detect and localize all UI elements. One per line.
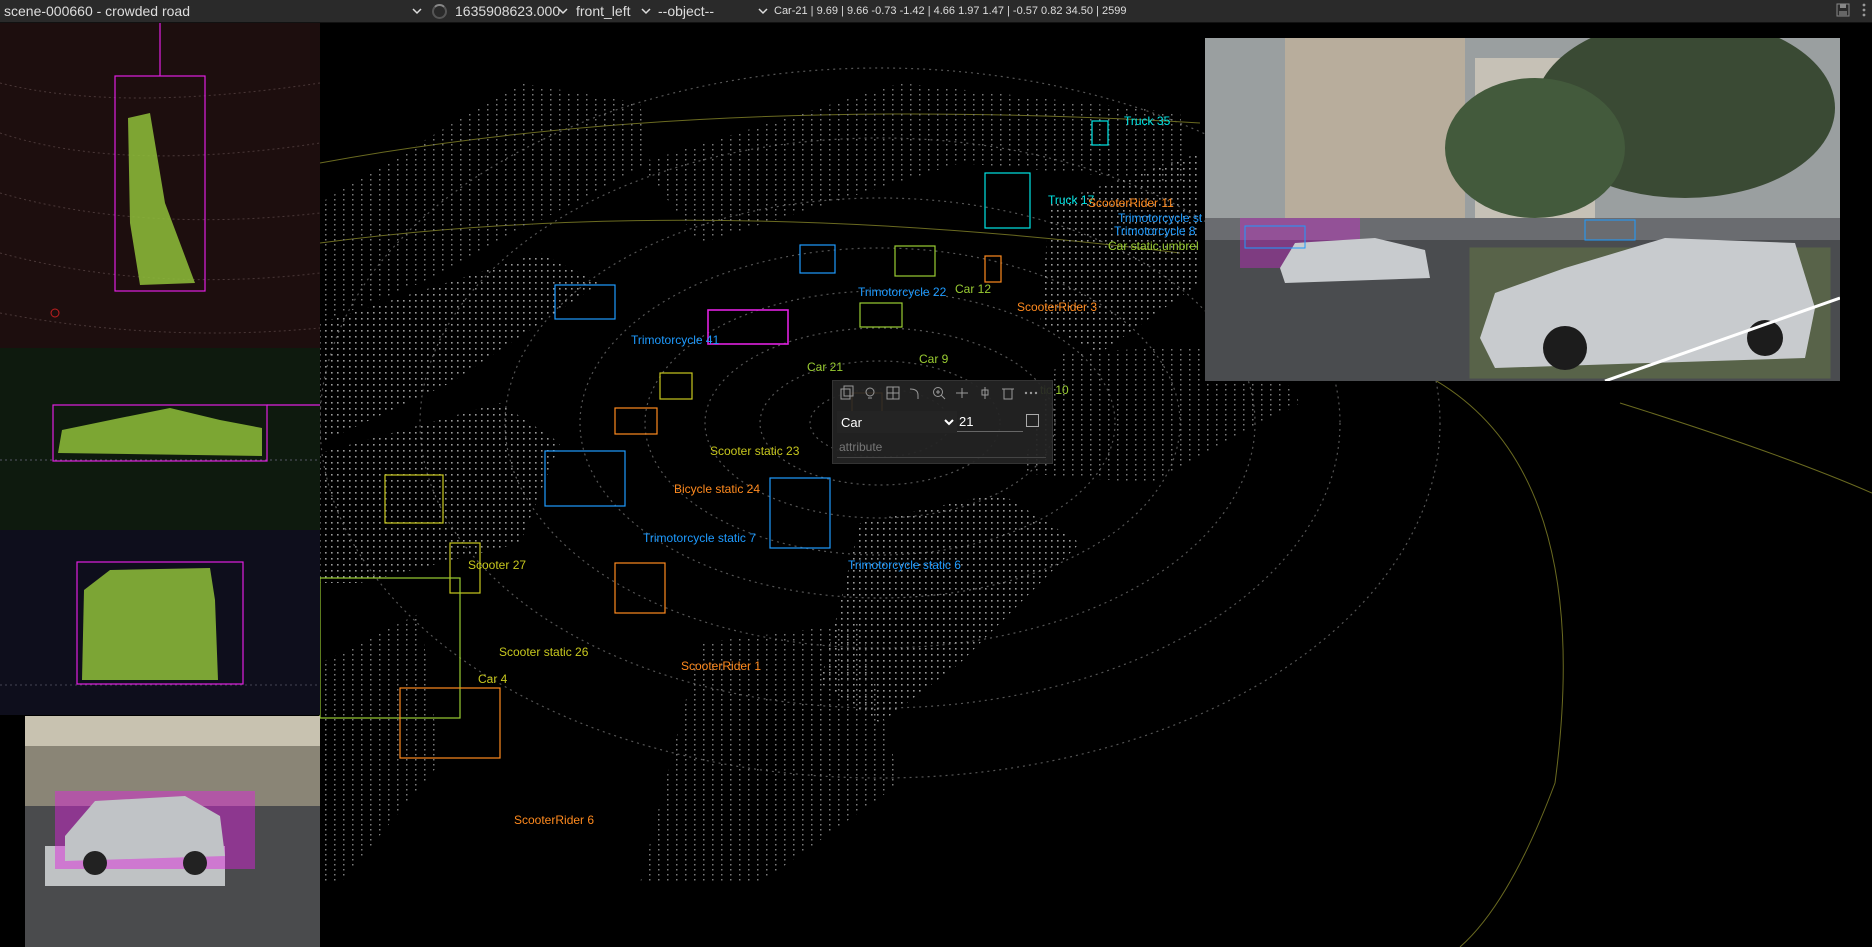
label-car-static-umbrel: Car static,umbrel <box>1108 239 1199 253</box>
box-car-9[interactable] <box>859 302 903 328</box>
box-bicycle-24[interactable] <box>614 407 658 435</box>
chevron-down-icon[interactable] <box>758 6 768 16</box>
frame-label: 1635908623.000 <box>455 3 561 19</box>
box-truck-17[interactable] <box>984 172 1031 229</box>
box-trimo-7[interactable] <box>544 450 626 507</box>
label-car-12: Car 12 <box>955 282 992 296</box>
box-scooterrider-1[interactable] <box>614 562 666 614</box>
copy-icon[interactable] <box>839 385 855 401</box>
chevron-down-icon[interactable] <box>641 6 651 16</box>
more-icon[interactable] <box>1023 385 1039 401</box>
label-trimo-22: Trimotorcycle 22 <box>858 285 947 299</box>
label-scooter-static-23: Scooter static 23 <box>710 444 800 458</box>
zoom-icon[interactable] <box>931 385 947 401</box>
fit-icon[interactable] <box>954 385 970 401</box>
curve-icon[interactable] <box>908 385 924 401</box>
label-scooterrider-1: ScooterRider 1 <box>681 659 762 673</box>
box-trimo-6[interactable] <box>769 477 831 549</box>
label-car-9: Car 9 <box>919 352 949 366</box>
label-scooter-27: Scooter 27 <box>468 558 527 572</box>
box-car-21[interactable] <box>707 309 789 345</box>
label-scooterrider-6: ScooterRider 6 <box>514 813 595 827</box>
popup-toolbar <box>839 385 1039 403</box>
label-car-4: Car 4 <box>478 672 508 686</box>
box-scooter-23[interactable] <box>659 372 693 400</box>
box-info-readout: Car-21 | 9.69 | 9.66 -0.73 -1.42 | 4.66 … <box>774 5 1127 17</box>
rear-view-panel[interactable] <box>0 530 320 715</box>
box-scooterrider-3[interactable] <box>984 255 1002 283</box>
scene-selector[interactable]: scene-000660 - crowded road <box>4 0 424 22</box>
attribute-input[interactable] <box>837 437 1046 458</box>
side-view-panel[interactable] <box>0 348 320 530</box>
label-trimo-8: Trimotorcycle 8 <box>1114 224 1196 238</box>
label-trimo-st: Trimotorcycle st <box>1118 211 1203 225</box>
scene-label: scene-000660 - crowded road <box>4 3 191 19</box>
box-car-12[interactable] <box>894 245 936 277</box>
box-trimo-22[interactable] <box>799 244 836 274</box>
label-bicycle-static-24: Bicycle static 24 <box>674 482 761 496</box>
frame-selector[interactable]: 1635908623.000 <box>455 0 568 22</box>
camera-label: front_left <box>576 3 631 19</box>
box-editor-popup: Car <box>832 380 1053 464</box>
label-car-21: Car 21 <box>807 360 844 374</box>
class-select[interactable]: Car <box>837 411 957 433</box>
camera-front-left-view[interactable] <box>1205 38 1840 381</box>
save-icon[interactable] <box>1836 3 1850 17</box>
label-trimo-41: Trimotorcycle 41 <box>631 333 720 347</box>
object-selector[interactable]: --object-- <box>658 0 768 22</box>
delete-icon[interactable] <box>1000 385 1016 401</box>
chevron-down-icon[interactable] <box>558 6 568 16</box>
camera-selector[interactable]: front_left <box>576 0 651 22</box>
more-icon[interactable] <box>1860 2 1868 18</box>
camera-thumbnail[interactable] <box>25 716 320 947</box>
chevron-down-icon[interactable] <box>412 6 422 16</box>
object-id-input[interactable] <box>957 411 1023 432</box>
object-label: --object-- <box>658 3 715 19</box>
pin-icon[interactable] <box>977 385 993 401</box>
loading-spinner-icon <box>432 4 447 19</box>
top-toolbar: scene-000660 - crowded road 1635908623.0… <box>0 0 1872 23</box>
label-trimo-static-6: Trimotorcycle static 6 <box>848 558 961 572</box>
layout-icon[interactable] <box>885 385 901 401</box>
top-view-panel[interactable] <box>0 23 320 348</box>
label-scooter-static-26: Scooter static 26 <box>499 645 589 659</box>
label-scooterrider-3: ScooterRider 3 <box>1017 300 1098 314</box>
label-truck-35: Truck 35 <box>1124 114 1171 128</box>
light-icon[interactable] <box>862 385 878 401</box>
lock-checkbox[interactable] <box>1026 414 1039 427</box>
label-scooterrider-11: ScooterRider 11 <box>1088 196 1174 210</box>
label-trimo-static-7: Trimotorcycle static 7 <box>643 531 756 545</box>
